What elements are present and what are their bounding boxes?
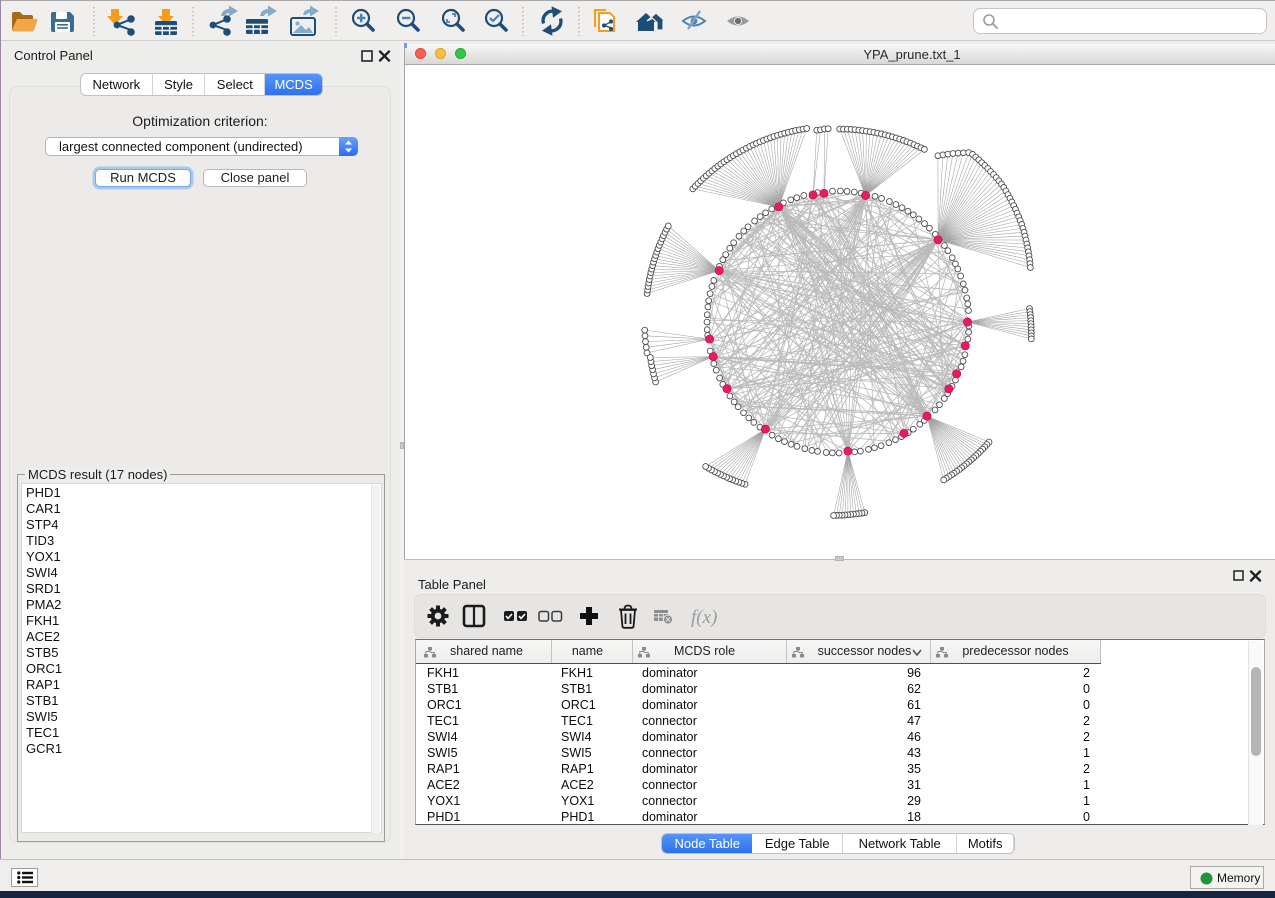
svg-text:f(x): f(x) xyxy=(691,607,717,628)
